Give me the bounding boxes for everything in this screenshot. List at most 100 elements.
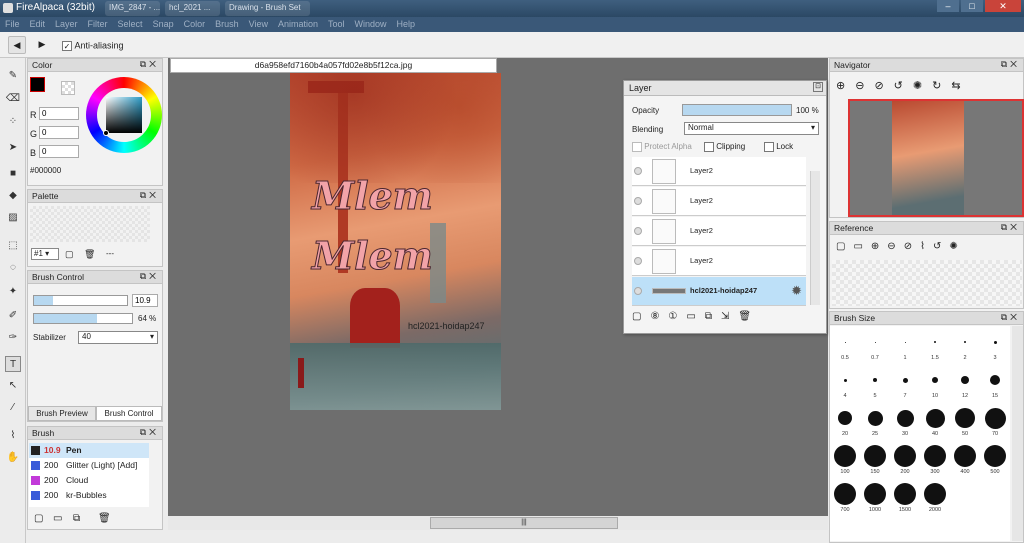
new-8bit-layer-icon[interactable]: ⑧ — [650, 311, 668, 322]
brush-size-cell[interactable]: 1000 — [860, 478, 890, 516]
visibility-icon[interactable] — [634, 197, 642, 205]
reset-rotation-icon[interactable]: ✺ — [913, 80, 932, 92]
menu-filter[interactable]: Filter — [83, 17, 113, 29]
trash-icon[interactable]: 🗑 — [98, 513, 111, 524]
scroll-thumb[interactable]: ||| — [430, 517, 618, 529]
navigator-view[interactable] — [848, 99, 1024, 217]
bucket-tool-icon[interactable]: ◆ — [5, 188, 21, 204]
tab-brush-preview[interactable]: Brush Preview — [28, 406, 96, 421]
brush-size-cell[interactable]: 40 — [920, 402, 950, 440]
brush-size-cell[interactable]: 50 — [950, 402, 980, 440]
menu-color[interactable]: Color — [179, 17, 211, 29]
clipping-toggle[interactable]: Clipping — [704, 142, 745, 152]
document-tab[interactable]: d6a958efd7160b4a057fd02e8b5f12ca.jpg — [170, 58, 497, 73]
zoom-out-icon[interactable]: ⊖ — [855, 80, 874, 92]
maximize-button[interactable]: □ — [961, 0, 983, 12]
window-tab-3[interactable]: Drawing - Brush Set — [225, 1, 310, 16]
trash-icon[interactable]: 🗑 — [84, 249, 95, 260]
transparent-swatch[interactable] — [61, 81, 75, 95]
menu-brush[interactable]: Brush — [210, 17, 244, 29]
duplicate-icon[interactable]: ⧉ — [705, 311, 721, 322]
brush-size-cell[interactable]: 1500 — [890, 478, 920, 516]
zoom-fit-icon[interactable]: ⊘ — [874, 80, 893, 92]
brush-size-cell[interactable]: 15 — [980, 364, 1010, 402]
brush-size-cell[interactable]: 100 — [830, 440, 860, 478]
folder-icon[interactable]: ▭ — [53, 513, 62, 524]
menu-animation[interactable]: Animation — [273, 17, 323, 29]
window-tab-1[interactable]: IMG_2847 - ... — [105, 1, 160, 16]
brush-size-cell[interactable]: 1.5 — [920, 326, 950, 364]
brush-list-item[interactable]: 200 Cloud — [29, 473, 149, 488]
eyedropper-icon[interactable]: ⌇ — [5, 428, 21, 444]
pen-tool-icon[interactable]: ✎ — [5, 68, 21, 84]
text-tool-icon[interactable]: T — [5, 356, 21, 372]
zoom-in-icon[interactable]: ⊕ — [836, 80, 855, 92]
lock-toggle[interactable]: Lock — [764, 142, 793, 152]
gradient-tool-icon[interactable]: ▨ — [5, 210, 21, 226]
panel-float-icon[interactable]: ⧉✕ — [140, 59, 159, 70]
zoom-out-icon[interactable]: ⊖ — [887, 241, 903, 252]
brush-size-scrollbar[interactable] — [1012, 326, 1023, 541]
brush-size-cell[interactable]: 0.5 — [830, 326, 860, 364]
reference-view[interactable] — [832, 260, 1022, 306]
menu-snap[interactable]: Snap — [148, 17, 179, 29]
eraser-tool-icon[interactable]: ⌫ — [5, 91, 21, 107]
blending-select[interactable]: Normal ▾ — [684, 122, 819, 135]
brush-size-cell[interactable]: 70 — [980, 402, 1010, 440]
red-field[interactable] — [39, 107, 79, 120]
brush-size-cell[interactable]: 4 — [830, 364, 860, 402]
layer-opacity-slider[interactable] — [682, 104, 792, 116]
close-button[interactable]: ✕ — [985, 0, 1021, 12]
hand-tool-icon[interactable]: ✋ — [5, 450, 21, 466]
saturation-square[interactable] — [106, 97, 142, 133]
menu-edit[interactable]: Edit — [25, 17, 51, 29]
visibility-icon[interactable] — [634, 227, 642, 235]
primary-color-swatch[interactable] — [30, 77, 45, 92]
prev-frame-icon[interactable]: ◀︎ — [8, 36, 26, 54]
divide-tool-icon[interactable]: ⁄ — [5, 400, 21, 416]
fill-tool-icon[interactable]: ■ — [5, 166, 21, 182]
brush-size-cell[interactable]: 200 — [890, 440, 920, 478]
next-frame-icon[interactable]: ▶︎ — [33, 36, 51, 54]
panel-float-icon[interactable]: ⧉✕ — [1001, 59, 1020, 70]
brush-size-cell[interactable]: 0.7 — [860, 326, 890, 364]
brush-opacity-slider[interactable] — [33, 313, 133, 324]
select-tool-icon[interactable]: ⬚ — [5, 238, 21, 254]
brush-list-item[interactable]: 200 kr-Bubbles — [29, 488, 149, 503]
visibility-icon[interactable] — [634, 167, 642, 175]
folder-icon[interactable]: ▭ — [686, 311, 704, 322]
brush-size-cell[interactable]: 1 — [890, 326, 920, 364]
brush-size-cell[interactable]: 500 — [980, 440, 1010, 478]
merge-icon[interactable]: ⇲ — [721, 311, 738, 322]
layer-settings-icon[interactable]: ✹ — [791, 283, 802, 299]
stabilizer-select[interactable]: 40 ▾ — [78, 331, 158, 344]
brush-list-item[interactable]: 200 Glitter (Light) [Add] — [29, 458, 149, 473]
trash-icon[interactable]: 🗑 — [738, 311, 760, 322]
eyedropper-icon[interactable]: ⌇ — [920, 241, 933, 252]
brush-size-cell[interactable]: 20 — [830, 402, 860, 440]
brush-size-cell[interactable]: 30 — [890, 402, 920, 440]
canvas-hscrollbar[interactable]: ||| — [168, 516, 828, 530]
anti-aliasing-toggle[interactable]: ✓ Anti-aliasing — [62, 40, 124, 51]
flip-icon[interactable]: ⇆ — [951, 80, 970, 92]
window-tab-2[interactable]: hcl_2021 ... — [165, 1, 220, 16]
zoom-in-icon[interactable]: ⊕ — [871, 241, 887, 252]
brush-size-cell[interactable]: 3 — [980, 326, 1010, 364]
hue-wheel[interactable] — [86, 77, 162, 153]
brush-size-cell[interactable]: 150 — [860, 440, 890, 478]
menu-view[interactable]: View — [244, 17, 273, 29]
new-reference-icon[interactable]: ▢ — [836, 241, 853, 252]
brush-size-cell[interactable]: 25 — [860, 402, 890, 440]
brush-size-cell[interactable]: 12 — [950, 364, 980, 402]
menu-file[interactable]: File — [0, 17, 25, 29]
visibility-icon[interactable] — [634, 257, 642, 265]
brush-size-cell[interactable]: 5 — [860, 364, 890, 402]
panel-float-icon[interactable]: ⧉✕ — [1001, 222, 1020, 233]
zoom-fit-icon[interactable]: ⊘ — [904, 241, 920, 252]
menu-tool[interactable]: Tool — [323, 17, 350, 29]
brush-size-slider[interactable] — [33, 295, 128, 306]
panel-float-icon[interactable]: ⧉✕ — [140, 190, 159, 201]
reset-rotation-icon[interactable]: ✺ — [949, 241, 965, 252]
tab-brush-control[interactable]: Brush Control — [96, 406, 162, 421]
brush-size-cell[interactable]: 7 — [890, 364, 920, 402]
